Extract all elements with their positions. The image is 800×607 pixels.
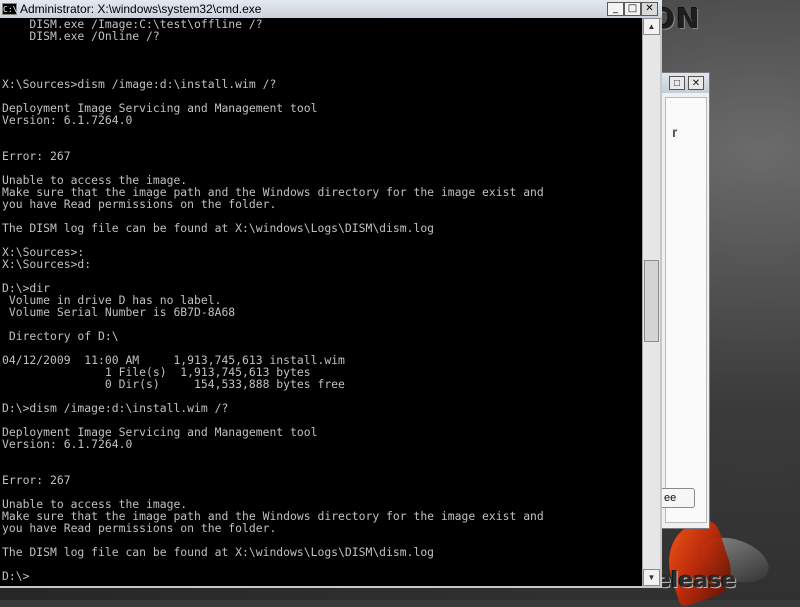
cmd-app-icon[interactable]: C:\ bbox=[2, 3, 17, 15]
scroll-up-arrow-icon[interactable]: ▲ bbox=[643, 18, 660, 35]
maximize-button[interactable]: □ bbox=[624, 2, 641, 16]
background-window-glyph: r bbox=[672, 124, 678, 140]
background-maximize-button[interactable]: □ bbox=[669, 76, 685, 90]
scroll-down-arrow-icon[interactable]: ▼ bbox=[643, 569, 660, 586]
cmd-window[interactable]: C:\ Administrator: X:\windows\system32\c… bbox=[0, 0, 662, 588]
background-window-content: r bbox=[665, 97, 707, 523]
console-output-area[interactable]: DISM.exe /Image:C:\test\offline /? DISM.… bbox=[0, 18, 642, 586]
desktop-logo-top: ION bbox=[640, 2, 701, 35]
background-window-button[interactable]: ee bbox=[659, 488, 695, 508]
background-close-button[interactable]: ✕ bbox=[688, 76, 704, 90]
close-button[interactable]: ✕ bbox=[641, 2, 658, 16]
background-window[interactable]: □ ✕ r ee bbox=[659, 72, 710, 529]
window-title: Administrator: X:\windows\system32\cmd.e… bbox=[20, 2, 262, 16]
scrollbar-thumb[interactable] bbox=[644, 260, 659, 342]
console-text: DISM.exe /Image:C:\test\offline /? DISM.… bbox=[2, 18, 544, 583]
desktop-logo-bottom: elease bbox=[656, 568, 737, 593]
background-window-titlebar[interactable]: □ ✕ bbox=[661, 73, 709, 93]
window-titlebar[interactable]: C:\ Administrator: X:\windows\system32\c… bbox=[0, 0, 662, 19]
minimize-button[interactable]: _ bbox=[607, 2, 624, 16]
vertical-scrollbar[interactable]: ▲ ▼ bbox=[642, 18, 660, 586]
